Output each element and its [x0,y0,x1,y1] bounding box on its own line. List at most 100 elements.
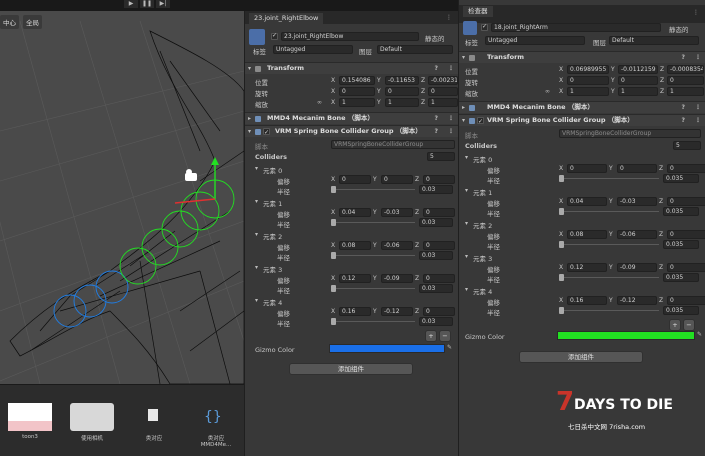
chevron-down-icon[interactable]: ▾ [255,297,258,304]
remove-element-button[interactable]: − [683,319,695,331]
rotation-x[interactable]: 0 [567,76,609,85]
rotation-x[interactable]: 0 [339,87,375,96]
slider-handle[interactable] [331,252,336,259]
rotation-y[interactable]: 0 [385,87,419,96]
static-label[interactable]: 静态的 [669,24,689,34]
mmd4-header[interactable]: ▸ MMD4 Mecanim Bone （脚本） ? ⋮ [459,101,705,113]
offset-y[interactable]: -0.06 [381,241,413,250]
vrm-header[interactable]: ▾ VRM Spring Bone Collider Group （脚本） ? … [245,125,458,138]
colliders-count[interactable]: 5 [673,141,701,150]
rotation-z[interactable]: 0 [667,76,704,85]
component-menu-icon[interactable]: ⋮ [448,126,454,137]
slider-handle[interactable] [331,285,336,292]
radius-field[interactable]: 0.035 [663,306,699,315]
chevron-down-icon[interactable]: ▾ [465,286,468,293]
asset-item[interactable]: toon3 [8,403,52,440]
offset-y[interactable]: -0.03 [617,197,657,206]
radius-slider[interactable] [559,244,659,245]
chevron-down-icon[interactable]: ▾ [465,154,468,161]
chevron-down-icon[interactable]: ▾ [255,264,258,271]
help-icon[interactable]: ? [435,126,438,137]
link-icon[interactable]: ∞ [317,99,322,106]
offset-z[interactable]: 0 [423,307,455,316]
offset-x[interactable]: 0 [567,164,607,173]
radius-field[interactable]: 0.03 [419,317,453,326]
tag-dropdown[interactable]: Untagged [273,45,353,54]
add-element-button[interactable]: + [425,330,437,342]
offset-x[interactable]: 0.12 [567,263,607,272]
offset-x[interactable]: 0.04 [339,208,371,217]
pivot-toggle[interactable]: 中心 [0,15,19,29]
play-icon[interactable]: ▶ [124,0,138,8]
transform-header[interactable]: ▾ Transform ? ⋮ [245,62,458,74]
slider-handle[interactable] [559,274,564,281]
pause-icon[interactable]: ❚❚ [140,0,154,8]
radius-field[interactable]: 0.03 [419,284,453,293]
offset-x[interactable]: 0.08 [567,230,607,239]
element-label[interactable]: 元素 1 [263,198,282,208]
rotation-y[interactable]: 0 [618,76,658,85]
help-icon[interactable]: ? [682,52,685,63]
radius-slider[interactable] [331,189,415,190]
element-label[interactable]: 元素 3 [263,264,282,274]
component-enabled-checkbox[interactable] [263,127,270,138]
object-name-field[interactable]: 18.joint_RightArm [491,23,661,32]
slider-handle[interactable] [331,318,336,325]
position-x[interactable]: 0.06989955 [567,65,609,74]
element-label[interactable]: 元素 4 [263,297,282,307]
slider-handle[interactable] [331,186,336,193]
radius-field[interactable]: 0.035 [663,240,699,249]
eyedropper-icon[interactable]: ✎ [447,344,452,351]
radius-slider[interactable] [559,211,659,212]
element-label[interactable]: 元素 4 [473,286,492,296]
slider-handle[interactable] [559,208,564,215]
chevron-down-icon[interactable]: ▾ [255,198,258,205]
asset-item[interactable]: 使用相机 [70,403,114,442]
tag-dropdown[interactable]: Untagged [485,36,585,45]
offset-y[interactable]: 0 [617,164,657,173]
colliders-label[interactable]: Colliders [255,153,287,161]
offset-y[interactable]: 0 [381,175,413,184]
position-x[interactable]: 0.154086 [339,76,375,85]
offset-y[interactable]: -0.12 [617,296,657,305]
add-component-button[interactable]: 添加组件 [289,363,413,375]
offset-z[interactable]: 0 [667,164,705,173]
element-label[interactable]: 元素 0 [473,154,492,164]
position-z[interactable]: -0.0008354 [667,65,704,74]
colliders-count[interactable]: 5 [427,152,455,161]
radius-field[interactable]: 0.035 [663,273,699,282]
offset-z[interactable]: 0 [667,296,705,305]
offset-y[interactable]: -0.12 [381,307,413,316]
asset-item[interactable]: 类对应 [132,403,176,442]
component-menu-icon[interactable]: ⋮ [448,63,454,74]
offset-z[interactable]: 0 [667,263,705,272]
radius-slider[interactable] [559,277,659,278]
offset-z[interactable]: 0 [423,241,455,250]
menu-icon[interactable]: ⋮ [446,14,452,21]
offset-x[interactable]: 0.12 [339,274,371,283]
scale-x[interactable]: 1 [339,98,375,107]
offset-y[interactable]: -0.09 [381,274,413,283]
vrm-header[interactable]: ▾ VRM Spring Bone Collider Group （脚本） ? … [459,114,705,127]
offset-z[interactable]: 0 [423,175,455,184]
chevron-down-icon[interactable]: ▾ [465,220,468,227]
eyedropper-icon[interactable]: ✎ [697,331,702,338]
element-label[interactable]: 元素 3 [473,253,492,263]
scene-view[interactable]: 中心 全局 [0,11,244,384]
slider-handle[interactable] [331,219,336,226]
offset-z[interactable]: 0 [667,230,705,239]
component-menu-icon[interactable]: ⋮ [695,52,701,63]
layer-dropdown[interactable]: Default [377,45,453,54]
radius-field[interactable]: 0.03 [419,185,453,194]
add-element-button[interactable]: + [669,319,681,331]
offset-z[interactable]: 0 [667,197,705,206]
layer-dropdown[interactable]: Default [609,36,699,45]
radius-field[interactable]: 0.03 [419,251,453,260]
offset-z[interactable]: 0 [423,274,455,283]
active-checkbox[interactable] [271,32,278,40]
offset-y[interactable]: -0.06 [617,230,657,239]
rotation-z[interactable]: 0 [428,87,458,96]
global-toggle[interactable]: 全局 [23,15,42,29]
transform-header[interactable]: ▾ Transform ? ⋮ [459,51,705,63]
help-icon[interactable]: ? [682,102,685,113]
